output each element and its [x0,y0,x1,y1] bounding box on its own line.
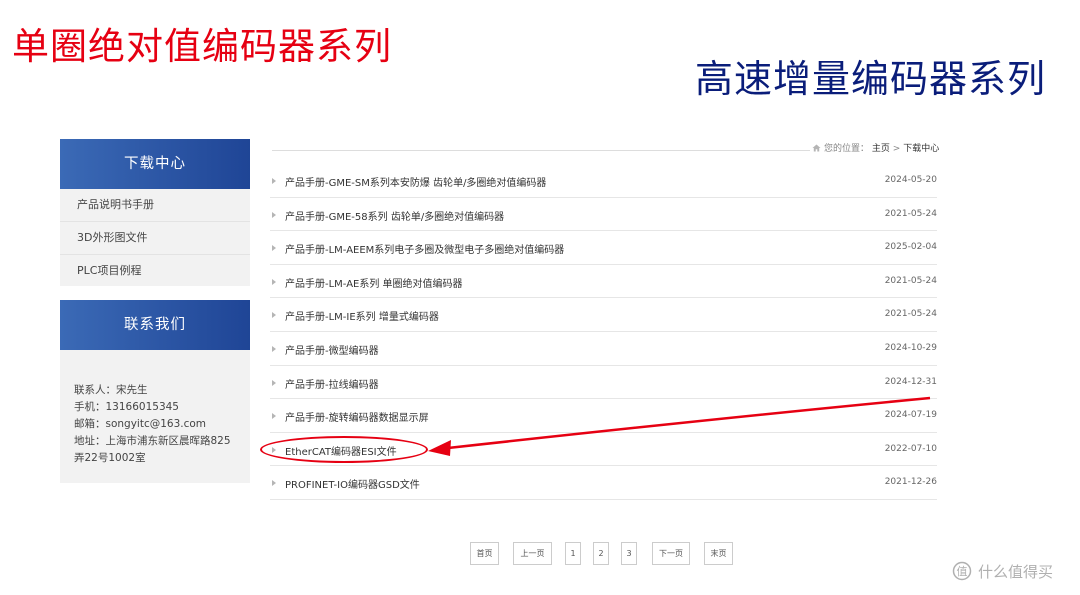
file-row: 产品手册-LM-IE系列 增量式编码器 2021-05-24 [270,298,937,332]
file-date: 2025-02-04 [884,242,937,253]
sidebar-contact-title: 联系我们 [60,300,250,350]
file-link[interactable]: 产品手册-LM-IE系列 增量式编码器 [285,308,439,323]
bullet-icon [272,245,276,252]
file-date: 2021-05-24 [884,309,937,320]
headline-single-turn-absolute: 单圈绝对值编码器系列 [12,25,392,68]
file-date: 2021-12-26 [884,477,937,488]
sidebar-download-title: 下载中心 [60,139,250,189]
contact-email: 邮箱：songyitc@163.com [74,418,207,430]
file-row: 产品手册-旋转编码器数据显示屏 2024-07-19 [270,399,937,433]
contact-info: 联系人：宋先生 手机：13166015345 邮箱：songyitc@163.c… [60,350,250,467]
sidebar-download-box: 下载中心 产品说明书手册 3D外形图文件 PLC项目例程 [60,139,250,286]
page-first-button[interactable]: 首页 [470,542,499,565]
bullet-icon [272,379,276,386]
bullet-icon [272,413,276,420]
file-date: 2024-10-29 [884,342,937,353]
file-link[interactable]: 产品手册-旋转编码器数据显示屏 [285,409,429,424]
home-icon [812,144,821,155]
page-3-button[interactable]: 3 [621,542,637,565]
breadcrumb-current: 下载中心 [903,144,940,154]
watermark: 值 什么值得买 [952,561,1053,585]
file-row: 产品手册-拉线编码器 2024-12-31 [270,366,937,400]
file-link[interactable]: 产品手册-微型编码器 [285,342,379,357]
file-date: 2024-07-19 [884,410,937,421]
file-row: 产品手册-GME-SM系列本安防爆 齿轮单/多圈绝对值编码器 2024-05-2… [270,164,937,198]
page-2-button[interactable]: 2 [593,542,609,565]
sidebar-contact-box: 联系我们 联系人：宋先生 手机：13166015345 邮箱：songyitc@… [60,300,250,483]
file-row: 产品手册-GME-58系列 齿轮单/多圈绝对值编码器 2021-05-24 [270,198,937,232]
file-date: 2021-05-24 [884,208,937,219]
contact-phone: 手机：13166015345 [74,401,179,413]
callout-ellipse [260,436,428,463]
bullet-icon [272,345,276,352]
breadcrumb-prefix: 您的位置： [824,144,870,154]
breadcrumb-divider [272,150,810,151]
watermark-text: 什么值得买 [978,563,1054,581]
headline-high-speed-incremental: 高速增量编码器系列 [695,57,1047,101]
sidebar-item-plc-examples[interactable]: PLC项目例程 [60,255,250,288]
page-prev-button[interactable]: 上一页 [513,542,552,565]
file-link[interactable]: 产品手册-拉线编码器 [285,376,379,391]
contact-person: 联系人：宋先生 [74,384,148,396]
bullet-icon [272,178,276,184]
sidebar-item-manuals[interactable]: 产品说明书手册 [60,189,250,222]
bullet-icon [272,480,276,487]
page-1-button[interactable]: 1 [565,542,581,565]
page-last-button[interactable]: 末页 [704,542,733,565]
file-date: 2024-12-31 [884,376,937,387]
file-date: 2024-05-20 [884,175,937,185]
bullet-icon [272,211,276,218]
file-date: 2021-05-24 [884,275,937,286]
file-link[interactable]: 产品手册-LM-AEEM系列电子多圈及微型电子多圈绝对值编码器 [285,241,564,256]
file-row: PROFINET-IO编码器GSD文件 2021-12-26 [270,466,937,500]
contact-address: 地址：上海市浦东新区晨晖路825弄22号1002室 [74,435,231,464]
breadcrumb-home-link[interactable]: 主页 [872,144,890,154]
breadcrumb: 您的位置： 主页 > 下载中心 [812,141,939,155]
file-link[interactable]: 产品手册-LM-AE系列 单圈绝对值编码器 [285,275,463,290]
file-date: 2022-07-10 [884,443,937,454]
file-link[interactable]: PROFINET-IO编码器GSD文件 [285,476,420,491]
svg-text:值: 值 [957,565,968,578]
bullet-icon [272,312,276,319]
zhi-logo-icon: 值 [952,561,972,585]
file-link[interactable]: 产品手册-GME-58系列 齿轮单/多圈绝对值编码器 [285,208,504,223]
file-row: 产品手册-LM-AEEM系列电子多圈及微型电子多圈绝对值编码器 2025-02-… [270,231,937,265]
sidebar-item-3d-drawings[interactable]: 3D外形图文件 [60,222,250,255]
file-link[interactable]: 产品手册-GME-SM系列本安防爆 齿轮单/多圈绝对值编码器 [285,174,546,189]
breadcrumb-separator: > [892,144,901,154]
file-row: 产品手册-微型编码器 2024-10-29 [270,332,937,366]
bullet-icon [272,278,276,285]
page-next-button[interactable]: 下一页 [652,542,690,565]
file-row: 产品手册-LM-AE系列 单圈绝对值编码器 2021-05-24 [270,265,937,299]
